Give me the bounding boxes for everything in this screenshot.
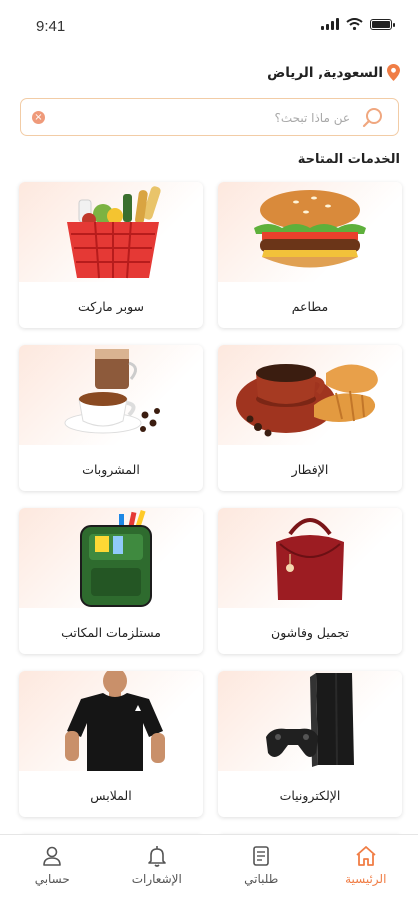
service-card-office-supplies[interactable]: مستلزمات المكاتب xyxy=(19,508,203,654)
service-image xyxy=(218,671,402,771)
user-icon xyxy=(43,846,62,866)
bottom-nav: الرئيسية طلباتي الإشعارات حسابي xyxy=(0,834,418,900)
search-input[interactable] xyxy=(90,108,350,128)
location-selector[interactable]: السعودية, الرياض xyxy=(267,64,400,81)
clear-search-icon[interactable]: × xyxy=(32,111,45,124)
nav-label: الرئيسية xyxy=(345,872,387,886)
coffee-croissant-icon xyxy=(236,364,378,437)
service-label: مستلزمات المكاتب xyxy=(61,625,161,640)
nav-label: حسابي xyxy=(34,872,70,886)
service-image xyxy=(19,671,203,771)
wifi-icon xyxy=(346,18,363,30)
service-card-breakfast[interactable]: الإفطار xyxy=(218,345,402,491)
coffee-drinks-icon xyxy=(64,349,160,434)
status-icons xyxy=(321,18,395,30)
bell-icon xyxy=(147,846,166,867)
grocery-basket-icon xyxy=(67,186,161,279)
handbag-icon xyxy=(276,518,344,600)
search-icon[interactable] xyxy=(362,107,384,129)
nav-item-account[interactable]: حسابي xyxy=(0,835,105,900)
service-label: الإفطار xyxy=(291,462,329,477)
section-title: الخدمات المتاحة xyxy=(297,152,400,167)
service-label: الملابس xyxy=(90,788,132,803)
nav-label: طلباتي xyxy=(244,872,279,886)
service-label: تجميل وفاشون xyxy=(271,625,349,640)
nav-label: الإشعارات xyxy=(131,872,182,886)
service-image xyxy=(19,345,203,445)
nav-item-notifications[interactable]: الإشعارات xyxy=(105,835,210,900)
service-card-beauty-fashion[interactable]: تجميل وفاشون xyxy=(218,508,402,654)
service-label: الإلكترونيات xyxy=(279,788,341,803)
service-image xyxy=(218,345,402,445)
service-card-drinks[interactable]: المشروبات xyxy=(19,345,203,491)
school-bag-icon xyxy=(80,509,152,607)
tshirt-icon xyxy=(65,671,165,771)
service-label: سوبر ماركت xyxy=(77,299,145,314)
service-card-supermarket[interactable]: سوبر ماركت xyxy=(19,182,203,328)
signal-icon xyxy=(321,18,339,30)
burger-icon xyxy=(254,190,366,268)
search-bar[interactable]: × xyxy=(20,98,399,136)
service-image xyxy=(19,182,203,282)
battery-icon xyxy=(370,19,395,30)
nav-item-orders[interactable]: طلباتي xyxy=(209,835,314,900)
service-label: مطاعم xyxy=(291,299,329,314)
service-card-clothes[interactable]: الملابس xyxy=(19,671,203,817)
service-card-electronics[interactable]: الإلكترونيات xyxy=(218,671,402,817)
service-image xyxy=(218,182,402,282)
home-icon xyxy=(356,846,376,866)
location-text: السعودية, الرياض xyxy=(267,64,383,81)
status-time: 9:41 xyxy=(36,18,66,35)
location-pin-icon xyxy=(387,64,400,81)
service-image xyxy=(218,508,402,608)
orders-icon xyxy=(253,846,270,866)
game-console-icon xyxy=(266,672,354,767)
status-bar: 9:41 xyxy=(0,0,418,52)
service-image xyxy=(19,508,203,608)
nav-item-home[interactable]: الرئيسية xyxy=(314,835,418,900)
service-label: المشروبات xyxy=(82,462,140,477)
service-card-restaurants[interactable]: مطاعم xyxy=(218,182,402,328)
